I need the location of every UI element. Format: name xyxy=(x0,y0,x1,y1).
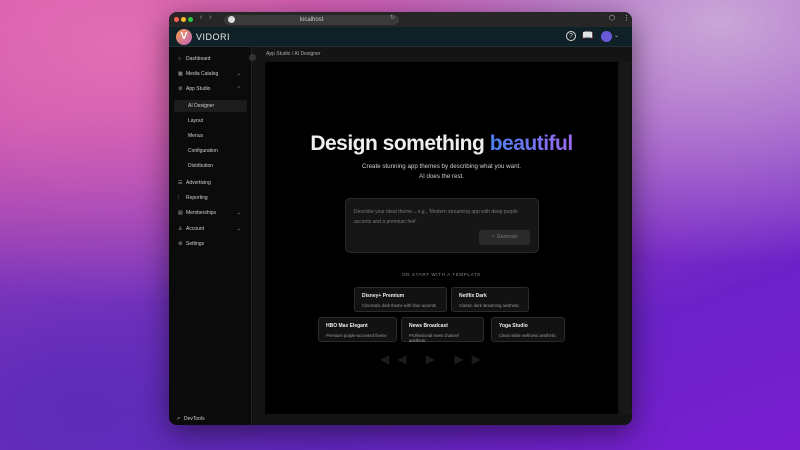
sidebar-item-label: Menus xyxy=(188,130,203,142)
dashboard-icon: ○ xyxy=(178,53,183,65)
docs-book-icon[interactable]: 📖 xyxy=(582,30,593,41)
sidebar-item-memberships[interactable]: ▤Memberships ⌄ xyxy=(174,207,247,219)
chevron-icon[interactable]: ⌄ xyxy=(237,68,241,80)
forward-icon[interactable]: › xyxy=(209,14,211,21)
ai-designer-panel: ◀◀ ▶ ▶▶ Design something beautiful Creat… xyxy=(265,62,618,414)
prompt-placeholder: Describe your ideal theme... e.g., 'Mode… xyxy=(354,207,534,227)
devtools-link[interactable]: ↗DevTools xyxy=(172,413,245,425)
background-player-controls: ◀◀ ▶ ▶▶ xyxy=(380,352,489,366)
sidebar: ↗DevTools « ○Dashboard▦Media Catalog⌄⚙Ap… xyxy=(169,47,252,425)
template-description: Classic dark streaming aesthetic xyxy=(459,303,521,308)
sidebar-item-label: Account xyxy=(186,223,204,235)
chevron-down-icon[interactable]: ⌄ xyxy=(614,32,619,39)
template-card-hbo-max-elegant[interactable]: HBO Max Elegant Premium purple-accented t… xyxy=(318,317,397,342)
page-title: Design something beautiful xyxy=(265,132,618,156)
sidebar-item-ai-designer[interactable]: AI Designer xyxy=(174,100,247,112)
sidebar-item-label: Media Catalog xyxy=(186,68,218,80)
generate-button[interactable]: ✧ Generate xyxy=(479,230,530,245)
sidebar-item-label: Layout xyxy=(188,115,203,127)
sidebar-item-app-studio[interactable]: ⚙App Studio ⌃ xyxy=(174,83,247,95)
sidebar-item-layout[interactable]: Layout xyxy=(174,115,247,127)
breadcrumb-current: AI Designer xyxy=(294,51,320,57)
breadcrumb: App Studio / AI Designer xyxy=(266,51,321,57)
sidebar-item-label: Advertising xyxy=(186,177,211,189)
scrollbar[interactable] xyxy=(621,62,631,414)
sidebar-item-settings[interactable]: ⚙Settings xyxy=(174,238,247,250)
template-card-netflix-dark[interactable]: Netflix Dark Classic dark streaming aesth… xyxy=(451,287,529,312)
template-title: Netflix Dark xyxy=(459,293,521,299)
memberships-icon: ▤ xyxy=(178,207,183,219)
generate-label: Generate xyxy=(497,234,518,240)
app-studio-icon: ⚙ xyxy=(178,83,183,95)
sidebar-item-media-catalog[interactable]: ▦Media Catalog ⌄ xyxy=(174,68,247,80)
reload-icon[interactable]: ↻ xyxy=(390,14,395,21)
template-heading: OR START WITH A TEMPLATE xyxy=(265,272,618,277)
maximize-window-button[interactable] xyxy=(188,17,193,22)
template-card-yoga-studio[interactable]: Yoga Studio Clean white wellness aestheti… xyxy=(491,317,565,342)
sidebar-item-advertising[interactable]: ☰Advertising xyxy=(174,177,247,189)
template-description: Cinematic dark theme with blue accents xyxy=(362,303,439,308)
browser-window: ‹ › localhost ↻ ⬡ ⋮ V VIDORI ? 📖 ⌄ ↗DevT… xyxy=(169,12,632,425)
wrench-icon: ↗ xyxy=(176,413,181,425)
browser-titlebar: ‹ › localhost ↻ ⬡ ⋮ xyxy=(169,12,632,27)
sidebar-item-label: Dashboard xyxy=(186,53,210,65)
template-card-news-broadcast[interactable]: News Broadcast Professional news channel … xyxy=(401,317,484,342)
template-title: Disney+ Premium xyxy=(362,293,439,299)
template-description: Premium purple-accented theme xyxy=(326,333,389,338)
advertising-icon: ☰ xyxy=(178,177,183,189)
devtools-label: DevTools xyxy=(184,413,205,425)
template-description: Clean white wellness aesthetic xyxy=(499,333,557,338)
sidebar-item-label: Reporting xyxy=(186,192,208,204)
reporting-icon: ⫶ xyxy=(178,192,183,204)
app-header: V VIDORI ? 📖 ⌄ xyxy=(169,27,632,47)
template-title: News Broadcast xyxy=(409,323,476,329)
extensions-icon[interactable]: ⬡ xyxy=(609,14,615,22)
subtitle-line-1: Create stunning app themes by describing… xyxy=(265,162,618,172)
sidebar-item-label: App Studio xyxy=(186,83,210,95)
template-card-disney-premium[interactable]: Disney+ Premium Cinematic dark theme with… xyxy=(354,287,447,312)
sidebar-item-account[interactable]: ♙Account ⌄ xyxy=(174,223,247,235)
sidebar-item-label: Configuration xyxy=(188,145,218,157)
chevron-icon[interactable]: ⌃ xyxy=(237,83,241,95)
template-title: Yoga Studio xyxy=(499,323,557,329)
minimize-window-button[interactable] xyxy=(181,17,186,22)
menu-icon[interactable]: ⋮ xyxy=(623,14,630,22)
sidebar-item-reporting[interactable]: ⫶Reporting xyxy=(174,192,247,204)
sidebar-item-label: Settings xyxy=(186,238,204,250)
site-favicon xyxy=(228,16,235,23)
back-icon[interactable]: ‹ xyxy=(200,14,202,21)
sidebar-toggle-handle[interactable] xyxy=(249,54,256,61)
template-description: Professional news channel aesthetic xyxy=(409,333,476,343)
sidebar-item-label: AI Designer xyxy=(188,100,214,112)
chevron-icon[interactable]: ⌄ xyxy=(237,207,241,219)
template-title: HBO Max Elegant xyxy=(326,323,389,329)
breadcrumb-app-studio[interactable]: App Studio xyxy=(266,51,290,57)
main-content: App Studio / AI Designer ◀◀ ▶ ▶▶ Design … xyxy=(253,47,632,425)
media-catalog-icon: ▦ xyxy=(178,68,183,80)
settings-icon: ⚙ xyxy=(178,238,183,250)
sidebar-item-label: Memberships xyxy=(186,207,216,219)
account-icon: ♙ xyxy=(178,223,183,235)
subtitle-line-2: AI does the rest. xyxy=(265,172,618,182)
sidebar-item-label: Distribution xyxy=(188,160,213,172)
avatar[interactable] xyxy=(601,31,612,42)
theme-prompt-input[interactable]: Describe your ideal theme... e.g., 'Mode… xyxy=(345,198,539,253)
address-bar[interactable]: localhost xyxy=(224,15,399,25)
logo[interactable]: V xyxy=(176,29,192,45)
help-icon[interactable]: ? xyxy=(566,31,576,41)
title-text: Design something xyxy=(310,132,484,155)
title-highlight: beautiful xyxy=(490,132,573,155)
sidebar-item-distribution[interactable]: Distribution xyxy=(174,160,247,172)
sidebar-item-dashboard[interactable]: ○Dashboard xyxy=(174,53,247,65)
close-window-button[interactable] xyxy=(174,17,179,22)
sidebar-item-menus[interactable]: Menus xyxy=(174,130,247,142)
chevron-icon[interactable]: ⌄ xyxy=(237,223,241,235)
sidebar-item-configuration[interactable]: Configuration xyxy=(174,145,247,157)
brand-name: VIDORI xyxy=(196,32,230,42)
